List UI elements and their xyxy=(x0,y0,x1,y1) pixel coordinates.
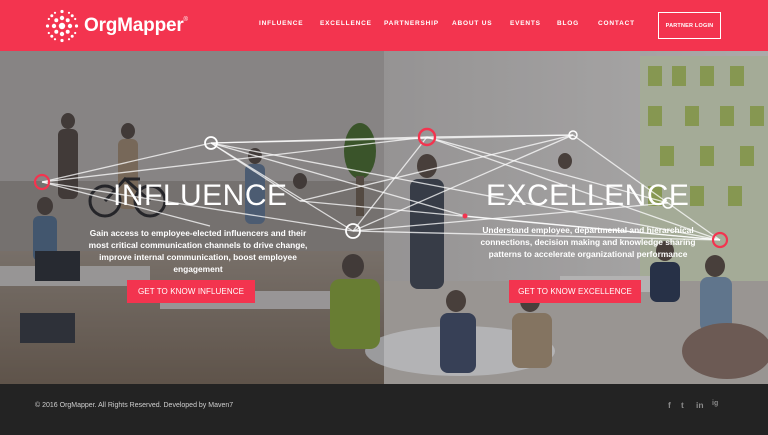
nav-events[interactable]: EVENTS xyxy=(510,20,541,27)
site-footer: © 2016 OrgMapper. All Rights Reserved. D… xyxy=(0,384,768,435)
nav-blog[interactable]: BLOG xyxy=(557,20,579,27)
linkedin-icon[interactable]: in xyxy=(696,400,704,410)
nav-about-us[interactable]: ABOUT US xyxy=(452,20,492,27)
nav-contact[interactable]: CONTACT xyxy=(598,20,635,27)
get-to-know-excellence-button[interactable]: GET TO KNOW EXCELLENCE xyxy=(509,280,641,303)
nav-excellence[interactable]: EXCELLENCE xyxy=(320,20,372,27)
site-header: OrgMapper® INFLUENCE EXCELLENCE PARTNERS… xyxy=(0,0,768,51)
influence-description: Gain access to employee-elected influenc… xyxy=(88,228,308,274)
nav-partnership[interactable]: PARTNERSHIP xyxy=(384,20,439,27)
twitter-icon[interactable]: t xyxy=(681,400,684,410)
partner-login-button[interactable]: PARTNER LOGIN xyxy=(658,12,721,39)
network-graph-decoration xyxy=(33,127,729,249)
network-logo-icon xyxy=(45,9,79,43)
get-to-know-influence-button[interactable]: GET TO KNOW INFLUENCE xyxy=(127,280,255,303)
hero-section: INFLUENCE Gain access to employee-electe… xyxy=(0,51,768,384)
nav-influence[interactable]: INFLUENCE xyxy=(259,20,303,27)
excellence-title: EXCELLENCE xyxy=(486,179,690,212)
facebook-icon[interactable]: f xyxy=(668,400,671,410)
instagram-icon[interactable]: ig xyxy=(712,400,718,407)
brand-logo[interactable]: OrgMapper® xyxy=(45,9,188,43)
brand-name: OrgMapper® xyxy=(84,15,188,36)
influence-title: INFLUENCE xyxy=(113,179,288,212)
copyright-text: © 2016 OrgMapper. All Rights Reserved. D… xyxy=(35,402,234,409)
excellence-description: Understand employee, departmental and hi… xyxy=(480,225,696,259)
